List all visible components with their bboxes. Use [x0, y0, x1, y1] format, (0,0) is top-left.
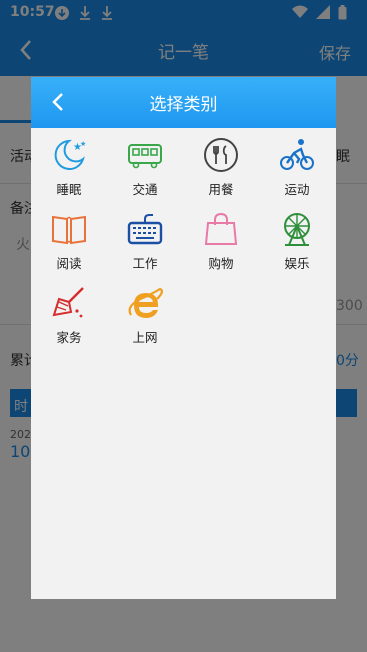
dialog-header: 选择类别 — [31, 77, 336, 128]
dialog-title: 选择类别 — [149, 95, 218, 115]
svg-text:★: ★ — [80, 140, 86, 148]
category-reading[interactable]: 阅读 — [31, 211, 107, 281]
internet-explorer-icon — [128, 287, 163, 318]
category-work[interactable]: 工作 — [107, 211, 183, 281]
broom-icon — [52, 287, 84, 318]
category-housework[interactable]: 家务 — [31, 285, 107, 355]
category-label: 运动 — [284, 182, 310, 197]
category-dialog: 选择类别 ★ ★ 睡眠 交通 用餐 运动 阅读 工作 购物 娱乐 家务 上网 — [31, 77, 336, 599]
fork-knife-icon — [204, 138, 238, 172]
category-label: 睡眠 — [56, 182, 82, 197]
bus-icon — [128, 144, 162, 169]
category-label: 上网 — [132, 330, 158, 345]
category-internet[interactable]: 上网 — [107, 285, 183, 355]
category-entertainment[interactable]: 娱乐 — [259, 211, 335, 281]
book-icon — [52, 215, 86, 245]
category-sleep[interactable]: ★ ★ 睡眠 — [31, 137, 107, 207]
category-dining[interactable]: 用餐 — [183, 137, 259, 207]
shopping-bag-icon — [204, 212, 238, 245]
category-label: 购物 — [208, 256, 234, 271]
category-label: 用餐 — [208, 182, 234, 197]
cyclist-icon — [280, 139, 314, 170]
category-traffic[interactable]: 交通 — [107, 137, 183, 207]
category-label: 工作 — [132, 256, 158, 271]
ferris-wheel-icon — [284, 213, 310, 246]
category-label: 娱乐 — [284, 256, 310, 271]
category-label: 阅读 — [56, 256, 82, 271]
category-label: 家务 — [56, 330, 82, 345]
category-shopping[interactable]: 购物 — [183, 211, 259, 281]
category-label: 交通 — [132, 182, 158, 197]
moon-stars-icon: ★ ★ — [54, 139, 86, 170]
category-sport[interactable]: 运动 — [259, 137, 335, 207]
keyboard-icon — [127, 214, 163, 245]
